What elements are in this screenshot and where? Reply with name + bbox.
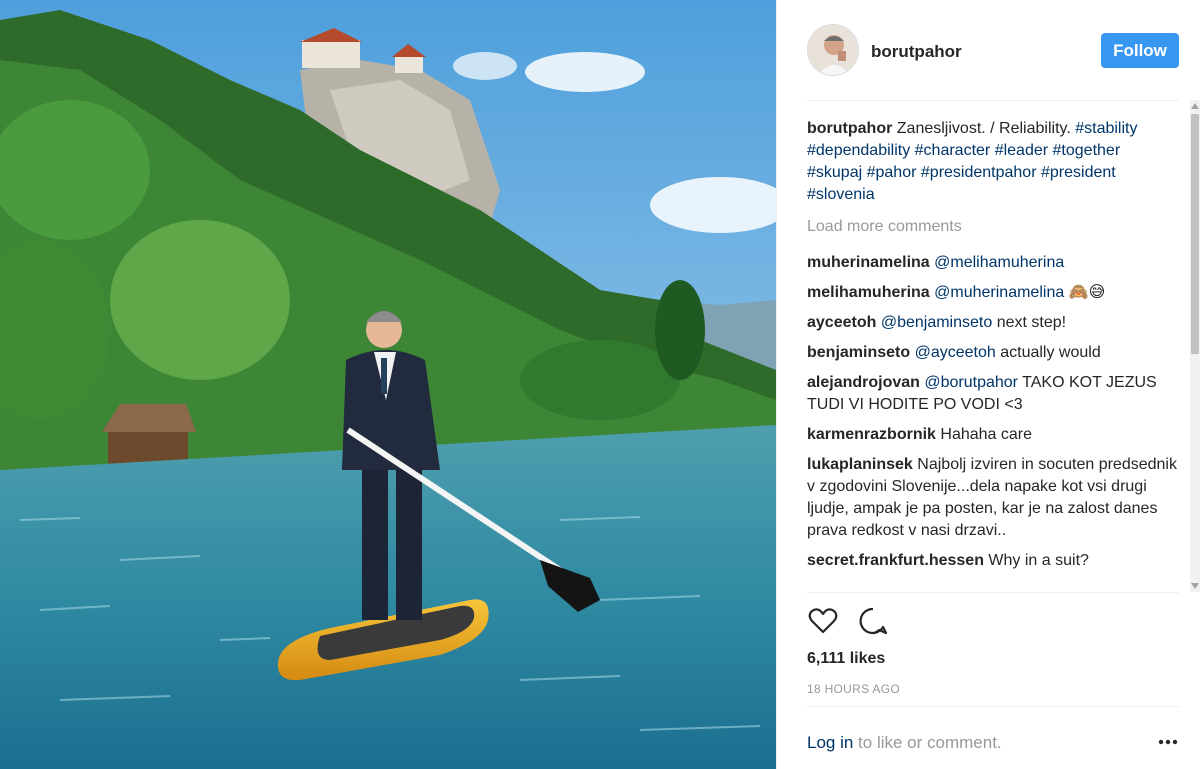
comment-mention[interactable]: @melihamuherina bbox=[934, 254, 1064, 271]
load-more-comments-link[interactable]: Load more comments bbox=[807, 216, 1177, 238]
hashtag-link[interactable]: #president bbox=[1041, 164, 1116, 181]
scroll-down-arrow-icon[interactable] bbox=[1191, 583, 1199, 589]
login-link[interactable]: Log in bbox=[807, 733, 853, 752]
comment-items: muherinamelina @melihamuherina melihamuh… bbox=[807, 252, 1177, 572]
follow-button[interactable]: Follow bbox=[1101, 33, 1179, 68]
comment-mention[interactable]: @muherinamelina bbox=[934, 284, 1064, 301]
caption-text: Zanesljivost. / Reliability. bbox=[896, 120, 1071, 137]
hashtag-link[interactable]: #pahor bbox=[867, 164, 917, 181]
lake-paddleboard-image bbox=[0, 0, 776, 769]
comment-text: next step! bbox=[996, 314, 1067, 331]
post-photo bbox=[0, 0, 776, 769]
profile-picture bbox=[808, 25, 858, 75]
comment-author[interactable]: benjaminseto bbox=[807, 344, 910, 361]
login-prompt-text: to like or comment. bbox=[853, 733, 1002, 752]
hashtag-link[interactable]: #slovenia bbox=[807, 186, 875, 203]
comments-list[interactable]: borutpahor Zanesljivost. / Reliability. … bbox=[807, 118, 1177, 590]
ellipsis-icon[interactable] bbox=[1157, 734, 1179, 750]
comment-item: benjaminseto @ayceetoh actually would bbox=[807, 342, 1177, 364]
post-timestamp[interactable]: 18 HOURS AGO bbox=[807, 682, 900, 696]
comment-text: actually would bbox=[1000, 344, 1101, 361]
comment-mention[interactable]: @borutpahor bbox=[924, 374, 1018, 391]
login-prompt: Log in to like or comment. bbox=[807, 733, 1002, 753]
hashtag-link[interactable]: #dependability bbox=[807, 142, 910, 159]
comment-author[interactable]: alejandrojovan bbox=[807, 374, 920, 391]
caption: borutpahor Zanesljivost. / Reliability. … bbox=[807, 118, 1177, 206]
post-details-panel: borutpahor Follow borutpahor Zanesljivos… bbox=[776, 0, 1200, 769]
comment-item: karmenrazbornik Hahaha care bbox=[807, 424, 1177, 446]
scrollbar-thumb[interactable] bbox=[1191, 114, 1199, 354]
comment-item: lukaplaninsek Najbolj izviren in socuten… bbox=[807, 454, 1177, 542]
comments-scrollbar[interactable] bbox=[1190, 100, 1200, 592]
comment-mention[interactable]: @benjaminseto bbox=[881, 314, 992, 331]
comment-mention[interactable]: @ayceetoh bbox=[915, 344, 996, 361]
comment-emoji: 🙈😅 bbox=[1068, 284, 1106, 301]
comment-author[interactable]: karmenrazbornik bbox=[807, 426, 936, 443]
hashtag-link[interactable]: #stability bbox=[1075, 120, 1137, 137]
comment-text: Hahaha care bbox=[940, 426, 1033, 443]
comment-author[interactable]: ayceetoh bbox=[807, 314, 876, 331]
divider bbox=[807, 100, 1179, 101]
hashtag-link[interactable]: #presidentpahor bbox=[921, 164, 1037, 181]
scroll-up-arrow-icon[interactable] bbox=[1191, 103, 1199, 109]
comment-item: muherinamelina @melihamuherina bbox=[807, 252, 1177, 274]
heart-icon[interactable] bbox=[807, 605, 839, 637]
comment-author[interactable]: secret.frankfurt.hessen bbox=[807, 552, 984, 569]
comment-author[interactable]: melihamuherina bbox=[807, 284, 930, 301]
hashtag-link[interactable]: #character bbox=[915, 142, 991, 159]
hashtag-link[interactable]: #leader bbox=[995, 142, 1048, 159]
comment-item: secret.frankfurt.hessen Why in a suit? bbox=[807, 550, 1177, 572]
divider bbox=[807, 706, 1179, 707]
comment-item: alejandrojovan @borutpahor TAKO KOT JEZU… bbox=[807, 372, 1177, 416]
speech-bubble-icon[interactable] bbox=[857, 605, 889, 637]
divider bbox=[807, 592, 1179, 593]
post-header: borutpahor Follow bbox=[777, 0, 1200, 100]
hashtag-link[interactable]: #skupaj bbox=[807, 164, 862, 181]
comment-text: Why in a suit? bbox=[988, 552, 1089, 569]
comment-item: ayceetoh @benjaminseto next step! bbox=[807, 312, 1177, 334]
post-actions bbox=[807, 605, 907, 639]
hashtag-link[interactable]: #together bbox=[1053, 142, 1121, 159]
comment-author[interactable]: lukaplaninsek bbox=[807, 456, 913, 473]
avatar[interactable] bbox=[807, 24, 859, 76]
comment-item: melihamuherina @muherinamelina 🙈😅 bbox=[807, 282, 1177, 304]
likes-count[interactable]: 6,111 likes bbox=[807, 650, 885, 668]
caption-author[interactable]: borutpahor bbox=[807, 120, 892, 137]
header-username[interactable]: borutpahor bbox=[871, 42, 962, 62]
comment-author[interactable]: muherinamelina bbox=[807, 254, 930, 271]
